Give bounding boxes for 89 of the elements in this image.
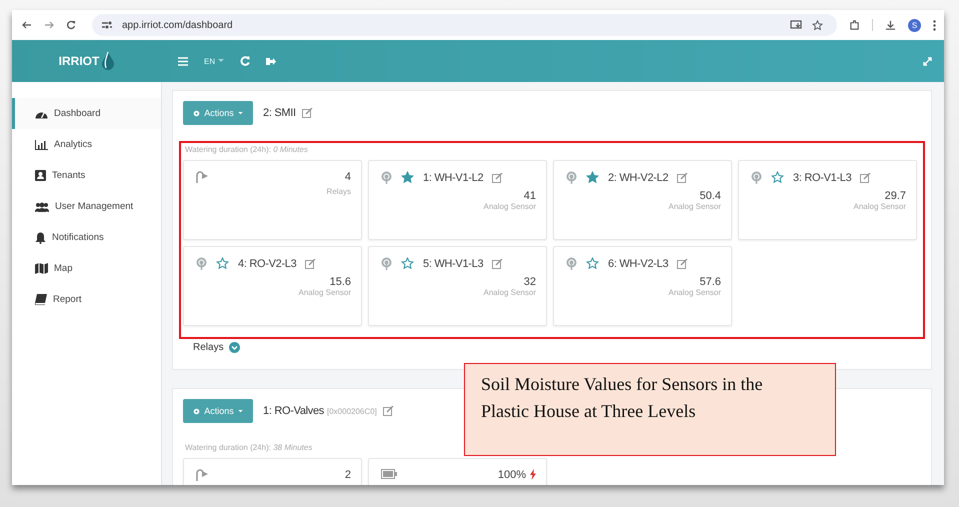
sensor-value: 50.4	[700, 190, 721, 202]
edit-icon[interactable]	[305, 258, 316, 268]
sensor-type-label: Analog Sensor	[298, 288, 351, 297]
logout-icon[interactable]	[266, 56, 276, 66]
sensor-icon	[381, 171, 392, 184]
star-icon[interactable]	[586, 171, 599, 184]
sidebar-item[interactable]: Map	[12, 253, 161, 284]
star-icon[interactable]	[401, 257, 414, 270]
sensor-type-label: Analog Sensor	[484, 288, 536, 297]
edit-icon[interactable]	[677, 258, 688, 268]
sidebar-item[interactable]: Dashboard	[12, 98, 161, 129]
sensor-type-label: Analog Sensor	[484, 202, 536, 211]
caret-icon	[218, 59, 224, 63]
sensor-icon	[751, 171, 762, 184]
sensor-value: 15.6	[330, 276, 351, 288]
back-icon[interactable]	[22, 20, 32, 30]
shower-icon	[196, 171, 210, 183]
annotation-callout: Soil Moisture Values for Sensors in the Plastic House at Three Levels	[464, 363, 836, 456]
edit-icon[interactable]	[860, 172, 872, 182]
brand-name: IRRIOT	[58, 54, 100, 68]
relay-count: 2	[344, 469, 351, 481]
star-icon[interactable]	[771, 171, 784, 184]
address-bar[interactable]: app.irriot.com/dashboard	[92, 14, 837, 36]
expand-icon[interactable]	[923, 56, 932, 66]
reload-icon[interactable]	[66, 20, 76, 30]
edit-icon[interactable]	[677, 172, 688, 182]
sensor-name: 4: RO-V2-L3	[238, 258, 296, 270]
edit-icon[interactable]	[492, 258, 504, 268]
gear-icon	[193, 408, 200, 414]
book-icon	[35, 294, 47, 305]
sensor-type-label: Analog Sensor	[668, 202, 721, 211]
sidebar-item[interactable]: Tenants	[12, 160, 161, 191]
sidebar-item[interactable]: Analytics	[12, 129, 161, 160]
star-icon[interactable]	[401, 171, 414, 184]
url-text: app.irriot.com/dashboard	[122, 20, 233, 30]
group-title: 1: RO-Valves	[263, 405, 324, 417]
sensor-name: 3: RO-V1-L3	[793, 172, 852, 184]
edit-icon[interactable]	[382, 406, 394, 416]
bar-chart-icon	[35, 140, 48, 150]
download-icon[interactable]	[885, 20, 896, 30]
sensor-value: 32	[524, 276, 536, 288]
sensor-name: 1: WH-V1-L2	[423, 172, 484, 184]
sensor-icon	[196, 257, 207, 270]
forward-icon[interactable]	[44, 20, 54, 30]
install-app-icon[interactable]	[790, 20, 802, 30]
sensor-value: 57.6	[700, 276, 721, 288]
sensor-value: 29.7	[884, 190, 906, 202]
star-icon[interactable]	[812, 20, 823, 30]
chevron-down-icon[interactable]	[228, 342, 240, 353]
menu-icon[interactable]	[178, 56, 188, 66]
relay-count-label: Relays	[326, 187, 351, 196]
lightning-icon	[530, 469, 536, 480]
bell-icon	[35, 232, 46, 244]
shower-icon	[196, 469, 210, 481]
profile-avatar[interactable]: S	[908, 18, 921, 32]
group-title: 2: SMII	[263, 107, 296, 119]
water-drop-icon	[101, 51, 116, 71]
sensor-type-label: Analog Sensor	[854, 202, 906, 211]
gear-icon	[193, 110, 200, 116]
menu-icon[interactable]	[933, 20, 936, 30]
sidebar-item[interactable]: Report	[12, 284, 161, 315]
star-icon[interactable]	[586, 257, 599, 270]
sensor-name: 6: WH-V2-L3	[608, 258, 668, 270]
sensor-value: 41	[524, 190, 536, 202]
battery-icon	[381, 469, 397, 479]
sensor-name: 2: WH-V2-L2	[608, 172, 668, 184]
sensor-icon	[381, 257, 392, 270]
map-icon	[35, 263, 48, 274]
watering-duration-text: Watering duration (24h): 38 Minutes	[185, 443, 314, 452]
users-icon	[35, 202, 49, 212]
caret-icon	[238, 112, 243, 114]
edit-icon[interactable]	[492, 172, 504, 182]
extensions-icon[interactable]	[849, 20, 860, 30]
sensor-icon	[566, 171, 577, 184]
watering-duration-text: Watering duration (24h): 0 Minutes	[185, 145, 309, 154]
sidebar-item[interactable]: Notifications	[12, 222, 161, 253]
relay-count: 4	[344, 171, 351, 183]
site-settings-icon[interactable]	[102, 21, 112, 29]
star-icon[interactable]	[216, 257, 229, 270]
edit-icon[interactable]	[302, 108, 313, 118]
device-address: [0x000206C0]	[327, 406, 377, 416]
sidebar-item[interactable]: User Management	[12, 191, 161, 222]
battery-level: 100%	[498, 469, 526, 481]
relays-section-label: Relays	[193, 342, 224, 353]
sensor-type-label: Analog Sensor	[668, 288, 721, 297]
contact-card-icon	[35, 170, 46, 181]
sensor-name: 5: WH-V1-L3	[423, 258, 484, 270]
caret-icon	[238, 410, 243, 412]
sensor-icon	[566, 257, 577, 270]
